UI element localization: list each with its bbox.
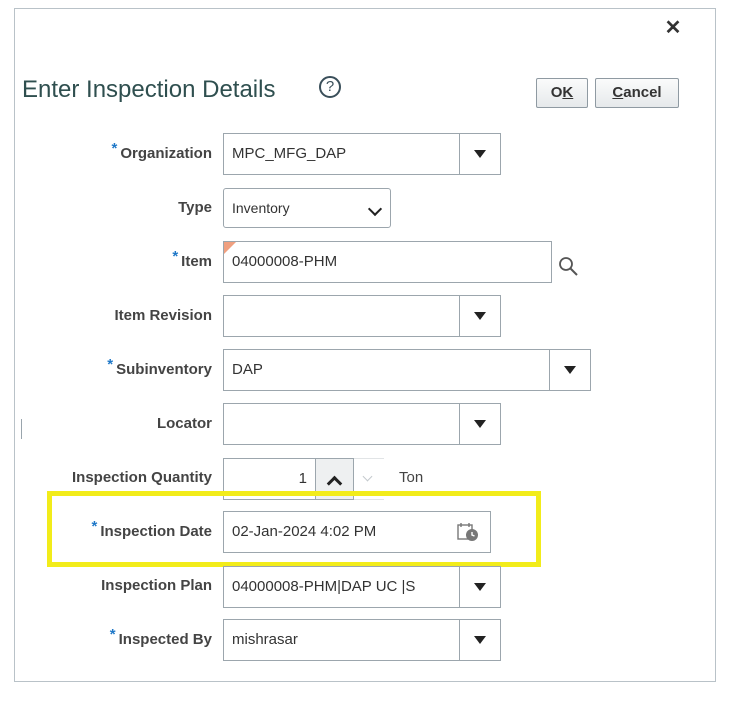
required-mark: * xyxy=(172,248,179,265)
inspection-date-input[interactable]: 02-Jan-2024 4:02 PM xyxy=(223,511,491,553)
inspection-plan-select[interactable]: 04000008-PHM|DAP UC |S xyxy=(223,566,501,608)
ok-label-pre: O xyxy=(550,84,563,101)
subinventory-value: DAP xyxy=(232,361,263,378)
inspected-by-select[interactable]: mishrasar xyxy=(223,619,501,661)
cancel-label-post: ancel xyxy=(623,84,662,101)
dropdown-icon[interactable] xyxy=(459,404,500,444)
ok-button[interactable]: OK xyxy=(536,78,588,108)
inspection-quantity-label: Inspection Quantity xyxy=(71,469,212,486)
organization-label: * Organization xyxy=(2,140,212,164)
item-revision-label: Item Revision xyxy=(114,307,212,324)
required-mark: * xyxy=(109,626,116,643)
dropdown-icon[interactable] xyxy=(459,296,500,336)
help-icon[interactable]: ? xyxy=(319,76,341,98)
item-value: 04000008-PHM xyxy=(232,253,338,270)
inspected-by-label-text: Inspected By xyxy=(118,631,212,648)
changed-indicator xyxy=(224,242,236,254)
chevron-down-icon xyxy=(367,201,383,217)
item-input[interactable]: 04000008-PHM xyxy=(223,241,552,283)
required-mark: * xyxy=(91,518,98,535)
organization-value: MPC_MFG_DAP xyxy=(232,145,347,162)
item-revision-select[interactable] xyxy=(223,295,501,337)
organization-select[interactable]: MPC_MFG_DAP xyxy=(223,133,501,175)
dropdown-icon[interactable] xyxy=(459,620,500,660)
subinventory-label: * Subinventory xyxy=(2,356,212,380)
search-icon[interactable] xyxy=(558,256,580,278)
subinventory-select[interactable]: DAP xyxy=(223,349,591,391)
inspection-plan-label: Inspection Plan xyxy=(101,577,212,594)
inspection-date-label: * Inspection Date xyxy=(2,518,212,542)
locator-select[interactable] xyxy=(223,403,501,445)
inspected-by-label: * Inspected By xyxy=(2,626,212,650)
dropdown-icon[interactable] xyxy=(549,350,590,390)
page-title: Enter Inspection Details xyxy=(22,76,276,103)
locator-label: Locator xyxy=(156,415,212,432)
ok-accesskey: K xyxy=(562,84,574,101)
required-mark: * xyxy=(111,140,118,157)
inspection-date-label-text: Inspection Date xyxy=(100,523,212,540)
calendar-icon[interactable] xyxy=(456,522,480,542)
inspected-by-value: mishrasar xyxy=(232,631,298,648)
type-value: Inventory xyxy=(232,200,290,216)
type-label: Type xyxy=(178,199,212,216)
close-icon[interactable]: ✕ xyxy=(664,18,682,38)
item-label: * Item xyxy=(2,248,212,272)
required-mark: * xyxy=(107,356,114,373)
type-select[interactable]: Inventory xyxy=(223,188,391,228)
inspection-plan-value: 04000008-PHM|DAP UC |S xyxy=(232,578,416,595)
inspection-date-value: 02-Jan-2024 4:02 PM xyxy=(232,523,377,540)
item-label-text: Item xyxy=(181,253,212,270)
organization-label-text: Organization xyxy=(120,145,212,162)
uom-label: Ton xyxy=(399,469,424,486)
cancel-button[interactable]: Cancel xyxy=(595,78,679,108)
dropdown-icon[interactable] xyxy=(459,567,500,607)
cancel-accesskey: C xyxy=(612,84,624,101)
subinventory-label-text: Subinventory xyxy=(116,361,212,378)
dropdown-icon[interactable] xyxy=(459,134,500,174)
